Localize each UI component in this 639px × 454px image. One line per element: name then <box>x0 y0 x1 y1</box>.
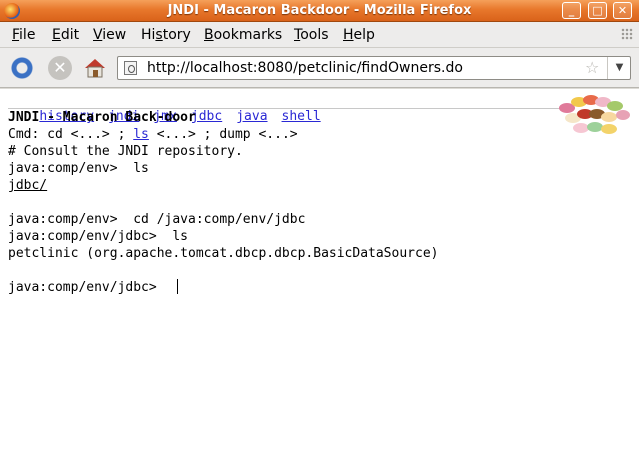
menu-mnemonic: B <box>204 27 214 43</box>
menu-tools[interactable]: Tools <box>294 27 329 43</box>
console-output: petclinic (org.apache.tomcat.dbcp.dbcp.B… <box>8 246 439 261</box>
menu-mnemonic: T <box>294 27 301 43</box>
menu-mnemonic: V <box>93 27 103 43</box>
nav-link-java[interactable]: java <box>236 109 267 124</box>
macaron-logo-icon <box>559 95 630 134</box>
bookmark-star-icon[interactable]: ☆ <box>585 58 599 77</box>
menu-mnemonic: H <box>343 27 354 43</box>
console-line: java:comp/env> ls <box>8 161 149 176</box>
cmd-help-suffix: <...> ; dump <...> <box>148 127 298 142</box>
minimize-button[interactable]: _ <box>562 2 581 19</box>
url-history-dropdown-icon[interactable]: ▼ <box>607 57 631 79</box>
command-help: Cmd: cd <...> ; ls <...> ; dump <...> <box>8 126 298 143</box>
command-input-caret[interactable] <box>177 279 178 294</box>
nav-link-shell[interactable]: shell <box>282 109 321 124</box>
url-input[interactable]: http://localhost:8080/petclinic/findOwne… <box>147 60 463 76</box>
menu-history[interactable]: History <box>141 27 191 43</box>
reload-icon[interactable] <box>10 56 34 80</box>
page-title: JNDI - Macaron Back-door <box>8 110 196 125</box>
stop-icon[interactable]: ✕ <box>48 56 72 80</box>
ls-link[interactable]: ls <box>133 127 149 142</box>
page-content: history jndi jmx jdbc java shell JNDI - Macar… <box>0 89 639 454</box>
menu-bookmarks[interactable]: Bookmarks <box>204 27 282 43</box>
maximize-button[interactable]: □ <box>588 2 607 19</box>
menu-mnemonic: s <box>155 27 163 43</box>
window-titlebar: JNDI - Macaron Backdoor - Mozilla Firefo… <box>0 0 639 22</box>
comment-line: # Consult the JNDI repository. <box>8 144 243 159</box>
menu-mnemonic: E <box>52 27 61 43</box>
console-prompt: java:comp/env/jdbc> <box>8 280 173 295</box>
console-line: java:comp/env/jdbc> ls <box>8 229 189 244</box>
page-favicon-icon <box>124 61 137 75</box>
menu-bar: File Edit View History Bookmarks Tools H… <box>0 22 639 48</box>
menu-edit[interactable]: Edit <box>52 27 79 43</box>
menu-help[interactable]: Help <box>343 27 375 43</box>
menu-mnemonic: F <box>12 27 20 43</box>
home-icon[interactable] <box>83 56 107 80</box>
url-bar[interactable]: http://localhost:8080/petclinic/findOwne… <box>117 56 631 80</box>
cmd-help-prefix: Cmd: cd <...> ; <box>8 127 134 142</box>
close-button[interactable]: ✕ <box>613 2 632 19</box>
window-title: JNDI - Macaron Backdoor - Mozilla Firefo… <box>167 3 472 18</box>
console-line: java:comp/env> cd /java:comp/env/jdbc <box>8 212 306 227</box>
toolbar-grip-icon <box>621 28 633 40</box>
jdbc-dir-link[interactable]: jdbc/ <box>8 177 47 194</box>
menu-file[interactable]: File <box>12 27 35 43</box>
menu-view[interactable]: View <box>93 27 126 43</box>
